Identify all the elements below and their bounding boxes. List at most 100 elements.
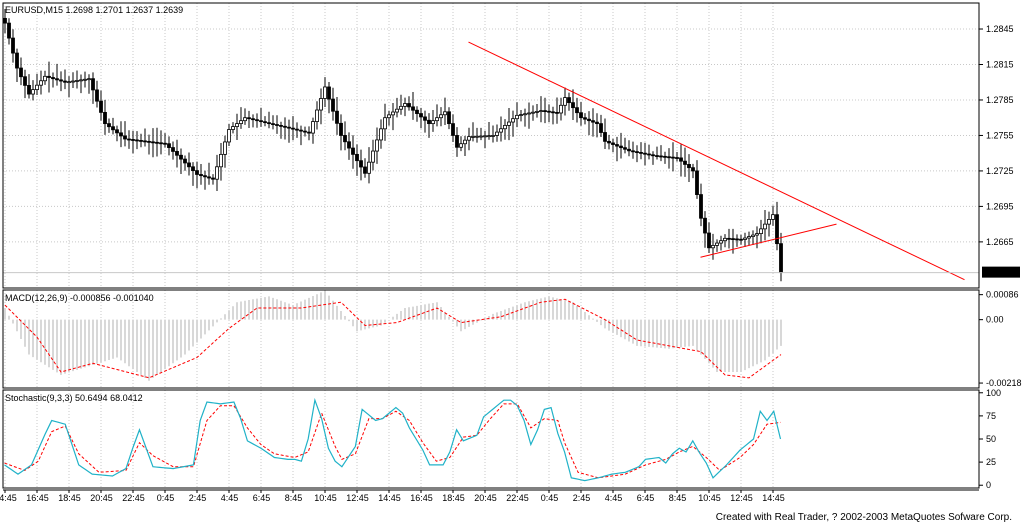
macd-tick-label: 0.00086 <box>986 290 1019 300</box>
candle-body <box>643 152 647 155</box>
candle-body <box>487 135 491 138</box>
candle-body <box>719 240 723 244</box>
candle-body <box>175 151 179 156</box>
time-tick-label: 6:45 <box>637 493 655 503</box>
candle-body <box>195 170 199 175</box>
candle-body <box>559 104 563 114</box>
price-tick-label: 1.2695 <box>986 201 1014 211</box>
candle-body <box>547 110 551 113</box>
candle-body <box>319 98 323 111</box>
candle-body <box>39 80 43 86</box>
candle-body <box>447 111 451 125</box>
time-tick-label: 6:45 <box>253 493 271 503</box>
candle-body <box>687 164 691 169</box>
candle-body <box>551 111 555 114</box>
candle-body <box>75 80 79 82</box>
candle-body <box>659 155 663 158</box>
macd-header: MACD(12,26,9) -0.000856 -0.001040 <box>5 293 154 303</box>
price-tick-label: 1.2815 <box>986 59 1014 69</box>
candle-body <box>167 143 171 148</box>
candle-body <box>707 232 711 249</box>
time-tick-label: 16:45 <box>26 493 49 503</box>
candle-body <box>219 153 223 168</box>
candle-body <box>411 106 415 111</box>
candle-body <box>531 111 535 114</box>
candle-body <box>715 242 719 246</box>
candle-body <box>347 141 351 149</box>
candle-body <box>179 154 183 160</box>
candle-body <box>671 156 675 159</box>
candle-body <box>515 114 519 120</box>
candle-body <box>363 166 367 174</box>
candle-body <box>403 103 407 107</box>
candle-body <box>511 118 515 123</box>
candle-body <box>15 52 19 69</box>
candle-body <box>579 112 583 119</box>
candle-body <box>247 117 251 120</box>
candle-body <box>227 129 231 143</box>
candle-body <box>63 80 67 83</box>
candle-body <box>243 117 247 122</box>
candle-body <box>723 237 727 242</box>
candle-body <box>503 124 507 130</box>
candle-body <box>595 121 599 125</box>
current-price-label: 1.2639 <box>985 268 1013 278</box>
candle-body <box>375 139 379 152</box>
candle-body <box>667 156 671 159</box>
stoch-tick-label: 100 <box>986 388 1001 398</box>
time-tick-label: 2:45 <box>573 493 591 503</box>
candle-body <box>275 124 279 126</box>
candle-body <box>463 139 467 145</box>
time-tick-label: 16:45 <box>410 493 433 503</box>
candle-body <box>647 153 651 156</box>
stoch-tick-label: 75 <box>986 411 996 421</box>
candle-body <box>99 100 103 113</box>
candle-body <box>415 109 419 114</box>
candle-body <box>303 130 307 133</box>
candle-body <box>483 135 487 138</box>
candle-body <box>639 151 643 154</box>
candle-body <box>271 123 275 126</box>
candle-body <box>287 126 291 129</box>
stoch-main-line <box>4 397 782 482</box>
candle-body <box>263 121 267 124</box>
candle-body <box>31 89 35 95</box>
time-tick-label: 0:45 <box>157 493 175 503</box>
candle-body <box>439 114 443 119</box>
candle-body <box>695 170 699 195</box>
candle-body <box>459 143 463 148</box>
candle-body <box>387 114 391 119</box>
candle-body <box>603 132 607 142</box>
candle-body <box>331 98 335 112</box>
candle-body <box>527 112 531 115</box>
candle-body <box>335 110 339 124</box>
candle-body <box>127 138 131 141</box>
stoch-tick-label: 25 <box>986 457 996 467</box>
candle-body <box>67 81 71 84</box>
candle-body <box>207 176 211 179</box>
time-tick-label: 12:45 <box>730 493 753 503</box>
trading-chart: 1.2845 1.2815 1.2785 1.2755 1.2725 1.2695 1.26… <box>0 0 1024 525</box>
candle-body <box>563 97 567 106</box>
candle-body <box>231 126 235 130</box>
time-tick-label: 0:45 <box>541 493 559 503</box>
price-tick-label: 1.2845 <box>986 24 1014 34</box>
candle-body <box>343 135 347 143</box>
candle-body <box>731 238 735 241</box>
candle-body <box>3 17 7 24</box>
candle-body <box>211 177 215 180</box>
candle-body <box>163 142 167 145</box>
candle-body <box>599 123 603 133</box>
candle-body <box>607 140 611 144</box>
candle-body <box>479 135 483 138</box>
candle-body <box>759 228 763 235</box>
candle-body <box>779 243 783 274</box>
candle-body <box>119 132 123 137</box>
candle-body <box>371 150 375 163</box>
candle-body <box>111 126 115 131</box>
time-tick-label: 22:45 <box>122 493 145 503</box>
candle-body <box>571 102 575 109</box>
candle-body <box>107 123 111 128</box>
candle-body <box>187 162 191 168</box>
candle-body <box>95 89 99 102</box>
